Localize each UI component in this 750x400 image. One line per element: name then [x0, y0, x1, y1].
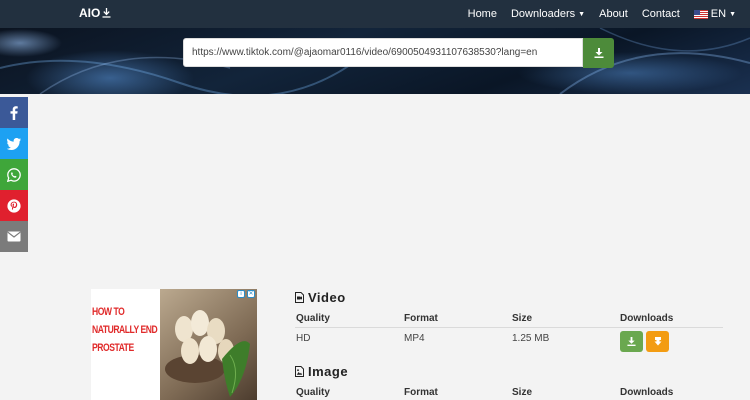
ad-headline: HOW TO NATURALLY END PROSTATE — [92, 306, 158, 354]
ad-photo-art — [165, 310, 250, 397]
video-header-format: Format — [404, 313, 438, 324]
image-header-downloads: Downloads — [620, 387, 674, 398]
video-format-cell: MP4 — [404, 333, 425, 344]
share-twitter-button[interactable] — [0, 128, 28, 159]
download-submit-button[interactable] — [583, 38, 614, 68]
brand-name: AIO — [79, 6, 101, 20]
nav-home[interactable]: Home — [468, 8, 497, 20]
video-quality-cell: HD — [296, 333, 311, 344]
video-header-downloads: Downloads — [620, 313, 674, 324]
facebook-icon — [10, 105, 18, 120]
navbar: AIO Home Downloaders ▼ About Contact EN ▼ — [0, 0, 750, 28]
brand-logo[interactable]: AIO — [79, 6, 111, 20]
download-icon — [594, 48, 603, 58]
video-header-size: Size — [512, 313, 533, 324]
share-facebook-button[interactable] — [0, 97, 28, 128]
video-section-title: Video — [295, 290, 346, 305]
url-input[interactable] — [183, 38, 583, 67]
twitter-icon — [7, 137, 21, 150]
video-size-cell: 1.25 MB — [512, 333, 550, 344]
pinterest-icon — [7, 198, 21, 213]
share-pinterest-button[interactable] — [0, 190, 28, 221]
nav-downloaders[interactable]: Downloaders ▼ — [511, 8, 585, 20]
email-icon — [7, 231, 21, 242]
nav-about[interactable]: About — [599, 8, 628, 20]
download-arrow-icon — [102, 8, 111, 18]
share-whatsapp-button[interactable] — [0, 159, 28, 190]
video-alt-download-button[interactable] — [646, 331, 669, 352]
language-selector[interactable]: EN ▼ — [693, 8, 736, 20]
nav-menu: Home Downloaders ▼ About Contact EN ▼ — [468, 0, 750, 28]
caret-down-icon: ▼ — [578, 10, 586, 18]
us-flag-icon — [693, 9, 708, 19]
download-icon — [627, 337, 636, 346]
video-header-quality: Quality — [296, 313, 330, 324]
video-file-icon — [295, 292, 304, 303]
ad-choices[interactable]: i ✕ — [237, 290, 255, 298]
image-header-format: Format — [404, 387, 438, 398]
whatsapp-icon — [7, 167, 21, 182]
ad-image — [160, 289, 257, 400]
ad-info-icon[interactable]: i — [237, 290, 245, 298]
nav-contact[interactable]: Contact — [642, 8, 680, 20]
divider — [295, 327, 723, 328]
share-email-button[interactable] — [0, 221, 28, 252]
advertisement[interactable]: HOW TO NATURALLY END PROSTATE i ✕ — [91, 289, 257, 400]
ad-close-icon[interactable]: ✕ — [247, 290, 255, 298]
image-header-size: Size — [512, 387, 533, 398]
image-file-icon — [295, 366, 304, 377]
image-header-quality: Quality — [296, 387, 330, 398]
image-section-title: Image — [295, 364, 348, 379]
caret-down-icon: ▼ — [729, 10, 736, 18]
alt-download-icon — [654, 337, 661, 346]
video-download-button[interactable] — [620, 331, 643, 352]
